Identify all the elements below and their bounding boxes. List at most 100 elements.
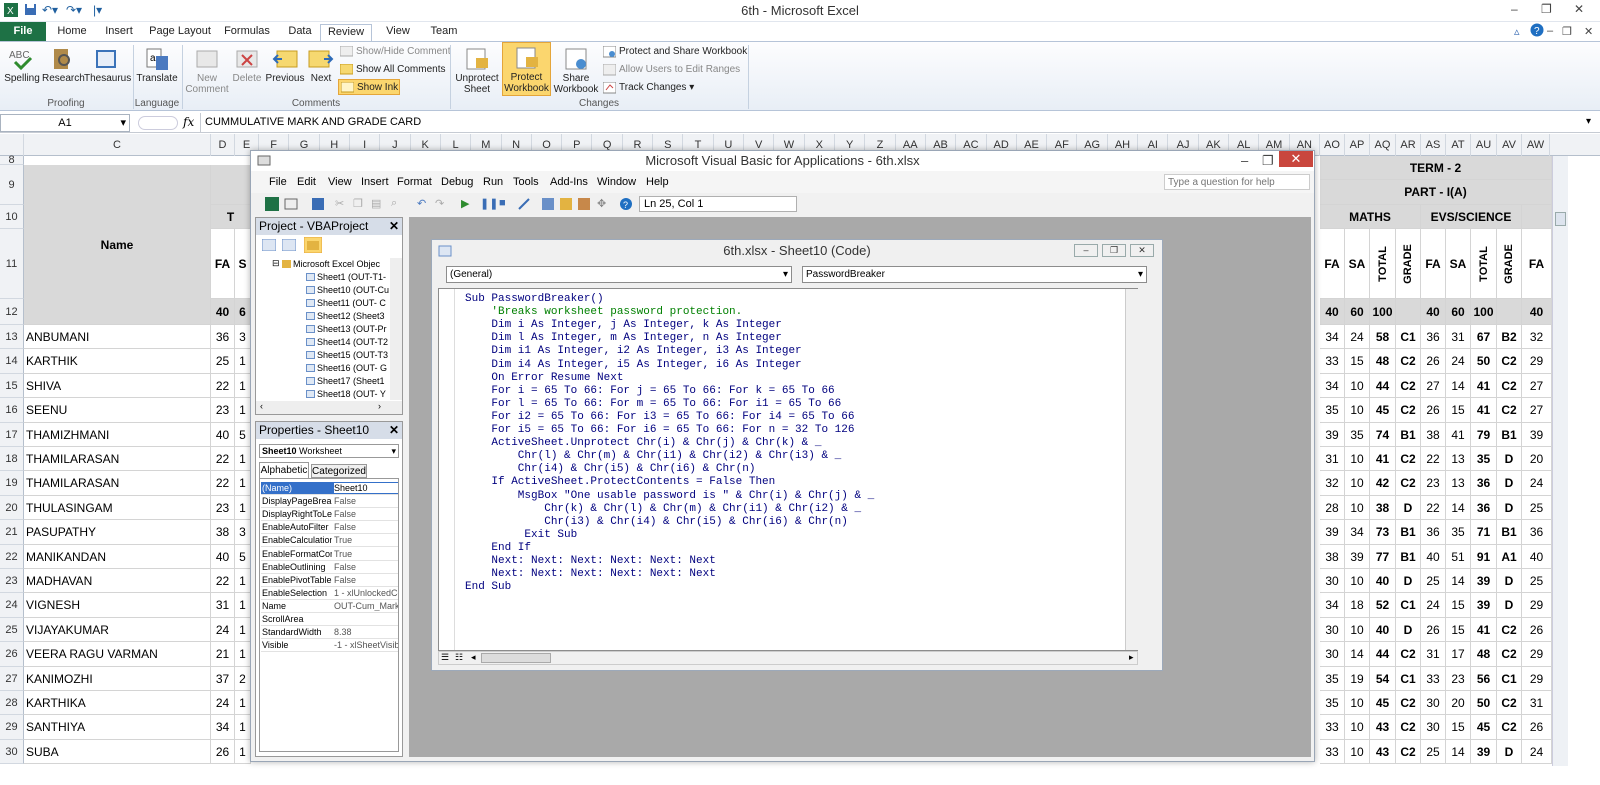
project-sheet-item[interactable]: Sheet12 (Sheet3 <box>306 311 385 321</box>
show-hide-comment-button[interactable]: Show/Hide Comment <box>340 44 450 60</box>
toggle-folders-icon[interactable] <box>304 237 322 253</box>
project-sheet-item[interactable]: Sheet13 (OUT-Pr <box>306 324 387 334</box>
mark-cell[interactable]: 27 <box>1421 373 1446 399</box>
mark-cell[interactable]: 2 <box>235 666 251 691</box>
mark-cell[interactable]: 1 <box>235 642 251 667</box>
mark-cell[interactable]: 36 <box>1471 495 1497 521</box>
code-line[interactable]: Sub PasswordBreaker() <box>465 293 604 305</box>
mark-cell[interactable]: C2 <box>1396 373 1421 399</box>
mark-cell[interactable]: 14 <box>1345 642 1370 667</box>
vba-menu-window[interactable]: Window <box>597 176 636 188</box>
chevron-down-icon[interactable]: ▾ <box>391 445 396 457</box>
mark-cell[interactable]: B1 <box>1497 520 1522 545</box>
previous-comment-button[interactable]: Previous <box>265 44 305 84</box>
property-value[interactable]: False <box>334 562 398 572</box>
code-line[interactable]: Chr(i3) & Chr(i4) & Chr(i5) & Chr(i6) & … <box>465 516 848 528</box>
chevron-left-icon[interactable]: ‹ <box>260 401 263 411</box>
help-icon[interactable]: ? <box>1530 23 1544 40</box>
project-sheet-item[interactable]: Sheet10 (OUT-Cu <box>306 285 389 295</box>
insert-function-icon[interactable]: fx <box>183 115 194 129</box>
mark-cell[interactable]: 41 <box>1471 373 1497 399</box>
mark-cell[interactable]: 48 <box>1370 349 1396 374</box>
mark-cell[interactable]: 1 <box>235 569 251 594</box>
code-hscrollbar[interactable]: ☰ ☷ ◂ ▸ <box>438 651 1138 665</box>
mark-cell[interactable]: C2 <box>1497 398 1522 423</box>
property-value[interactable]: 1 - xlUnlockedCe <box>334 588 398 598</box>
code-line[interactable]: ActiveSheet.Unprotect Chr(i) & Chr(j) & … <box>465 437 821 449</box>
mark-cell[interactable]: C2 <box>1396 642 1421 667</box>
property-value[interactable]: OUT-Cum_Mark <box>334 601 398 611</box>
view-object-icon[interactable] <box>282 239 296 251</box>
mark-cell[interactable]: 39 <box>1320 422 1345 447</box>
mark-cell[interactable]: 41 <box>1370 447 1396 472</box>
mark-cell[interactable]: 17 <box>1446 642 1471 667</box>
mark-cell[interactable]: C2 <box>1396 471 1421 496</box>
doc-close-icon[interactable]: ✕ <box>1584 25 1593 38</box>
code-line[interactable]: 'Breaks worksheet password protection. <box>465 306 742 318</box>
code-line[interactable]: Chr(l) & Chr(m) & Chr(i1) & Chr(i2) & Ch… <box>465 450 841 462</box>
property-row[interactable]: EnableCalculation True <box>261 534 398 548</box>
mark-cell[interactable]: 48 <box>1471 642 1497 667</box>
mark-cell[interactable]: 15 <box>1345 349 1370 374</box>
property-row[interactable]: ScrollArea <box>261 613 398 626</box>
code-restore-icon[interactable]: ❐ <box>1102 244 1126 257</box>
mark-cell[interactable]: D <box>1497 569 1522 594</box>
mark-cell[interactable]: 21 <box>211 642 235 667</box>
mark-cell[interactable]: 33 <box>1421 666 1446 691</box>
vba-menu-run[interactable]: Run <box>483 176 503 188</box>
mark-cell[interactable]: 52 <box>1370 593 1396 618</box>
row-header[interactable]: 29 <box>0 715 24 740</box>
mark-cell[interactable]: 1 <box>235 495 251 521</box>
student-name-cell[interactable]: SHIVA <box>24 373 211 399</box>
mark-cell[interactable]: 23 <box>211 398 235 423</box>
mark-cell[interactable]: 10 <box>1345 373 1370 399</box>
formula-input[interactable]: CUMMULATIVE MARK AND GRADE CARD <box>205 116 421 128</box>
thesaurus-button[interactable]: Thesaurus <box>84 44 131 84</box>
mark-cell[interactable]: 29 <box>1522 593 1552 618</box>
undo-icon[interactable]: ↶ <box>417 197 431 211</box>
mark-cell[interactable]: 27 <box>1522 373 1552 399</box>
vba-menu-file[interactable]: File <box>269 176 287 188</box>
tab-review[interactable]: Review <box>320 24 372 41</box>
tab-categorized[interactable]: Categorized <box>311 464 367 478</box>
project-explorer-icon[interactable] <box>541 197 555 211</box>
mark-cell[interactable]: 29 <box>1522 349 1552 374</box>
scrollbar-thumb[interactable] <box>1555 212 1566 226</box>
mark-cell[interactable]: 71 <box>1471 520 1497 545</box>
vertical-scrollbar[interactable] <box>1552 156 1568 766</box>
mark-cell[interactable]: 34 <box>1320 593 1345 618</box>
toolbox-icon[interactable]: ✥ <box>597 197 611 211</box>
mark-cell[interactable]: 13 <box>1446 471 1471 496</box>
mark-cell[interactable]: 41 <box>1471 617 1497 643</box>
vba-minimize-icon[interactable]: – <box>1241 151 1248 171</box>
vba-menu-insert[interactable]: Insert <box>361 176 389 188</box>
mark-cell[interactable]: 22 <box>1421 495 1446 521</box>
mark-cell[interactable]: 1 <box>235 398 251 423</box>
mark-cell[interactable]: 56 <box>1471 666 1497 691</box>
collapse-icon[interactable]: ⊟ <box>272 258 280 269</box>
mark-cell[interactable]: 37 <box>211 666 235 691</box>
project-sheet-item[interactable]: Sheet14 (OUT-T2 <box>306 337 388 347</box>
mark-cell[interactable]: 36 <box>211 325 235 350</box>
code-line[interactable]: Dim i As Integer, j As Integer, k As Int… <box>465 319 781 331</box>
property-value[interactable]: False <box>334 509 398 519</box>
break-icon[interactable]: ❚❚ <box>480 197 498 211</box>
vba-menu-edit[interactable]: Edit <box>297 176 316 188</box>
property-row[interactable]: DisplayPageBreak False <box>261 495 398 509</box>
property-row[interactable]: EnableOutlining False <box>261 561 398 574</box>
vba-restore-icon[interactable]: ❐ <box>1262 151 1274 171</box>
mark-cell[interactable]: 24 <box>1345 325 1370 350</box>
column-header[interactable]: AR <box>1396 134 1421 156</box>
tab-home[interactable]: Home <box>50 24 94 41</box>
tab-formulas[interactable]: Formulas <box>220 24 274 41</box>
column-header[interactable]: AQ <box>1370 134 1396 156</box>
student-name-cell[interactable]: PASUPATHY <box>24 520 211 545</box>
properties-window-icon[interactable] <box>559 197 573 211</box>
mark-cell[interactable]: 39 <box>1522 422 1552 447</box>
row-header[interactable]: 19 <box>0 471 24 496</box>
save-icon[interactable] <box>311 197 325 211</box>
project-sheet-item[interactable]: Sheet17 (Sheet1 <box>306 376 385 386</box>
student-name-cell[interactable]: SUBA <box>24 739 211 765</box>
mark-cell[interactable]: C2 <box>1396 349 1421 374</box>
chevron-down-icon[interactable]: ▾ <box>120 115 126 131</box>
